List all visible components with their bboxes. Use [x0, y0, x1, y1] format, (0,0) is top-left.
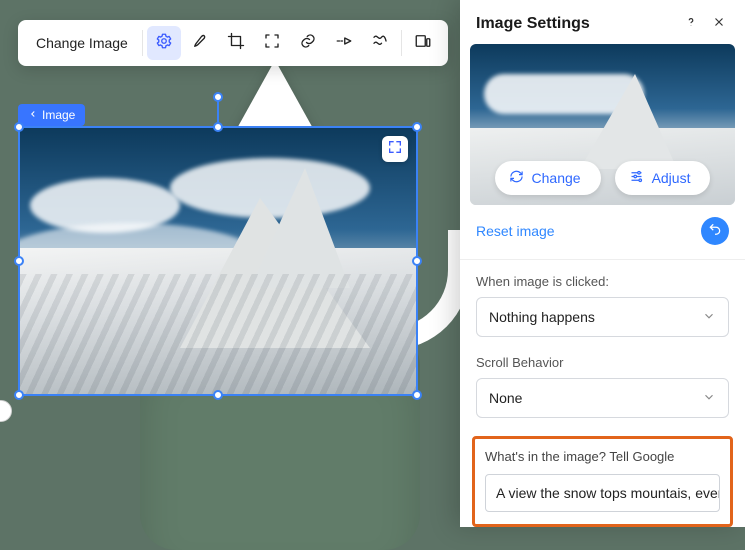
- alt-text-label: What's in the image? Tell Google: [485, 449, 720, 464]
- click-behavior-value: Nothing happens: [489, 309, 595, 325]
- chevron-down-icon: [702, 390, 716, 407]
- resize-handle-tl[interactable]: [14, 122, 24, 132]
- resize-handle-r[interactable]: [412, 256, 422, 266]
- crop-icon: [227, 32, 245, 55]
- reset-image-link[interactable]: Reset image: [476, 223, 701, 239]
- adjust-label: Adjust: [652, 170, 691, 186]
- undo-icon: [708, 222, 722, 241]
- brush-icon: [191, 32, 209, 55]
- undo-reset-button[interactable]: [701, 217, 729, 245]
- scroll-behavior-value: None: [489, 390, 522, 406]
- change-image-button[interactable]: Change Image: [26, 29, 138, 57]
- crop-button[interactable]: [219, 26, 253, 60]
- help-button[interactable]: [681, 14, 701, 34]
- focus-icon: [263, 32, 281, 55]
- layout-icon: [414, 32, 432, 55]
- refresh-icon: [509, 169, 524, 187]
- click-behavior-label: When image is clicked:: [476, 274, 729, 289]
- chevron-down-icon: [702, 309, 716, 326]
- change-image-pill[interactable]: Change: [495, 161, 601, 195]
- close-panel-button[interactable]: [709, 14, 729, 34]
- panel-title: Image Settings: [476, 15, 673, 33]
- canvas-edge-handle[interactable]: [0, 400, 12, 422]
- filters-button[interactable]: [183, 26, 217, 60]
- rotate-connector: [217, 100, 219, 122]
- scroll-effects-button[interactable]: [363, 26, 397, 60]
- animation-icon: [335, 32, 353, 55]
- link-icon: [299, 32, 317, 55]
- scroll-behavior-select[interactable]: None: [476, 378, 729, 418]
- breadcrumb-label: Image: [42, 108, 75, 122]
- change-label: Change: [532, 170, 581, 186]
- image-settings-panel: Image Settings Change Adjust Reset image…: [460, 0, 745, 527]
- animation-button[interactable]: [327, 26, 361, 60]
- image-preview: Change Adjust: [470, 44, 735, 205]
- behavior-icon: [371, 32, 389, 55]
- expand-icon: [387, 139, 403, 160]
- expand-image-button[interactable]: [382, 136, 408, 162]
- rotate-handle[interactable]: [213, 92, 223, 102]
- image-context-toolbar: Change Image: [18, 20, 448, 66]
- resize-handle-bl[interactable]: [14, 390, 24, 400]
- selected-image-frame[interactable]: [18, 126, 418, 396]
- gear-icon: [155, 32, 173, 55]
- sliders-icon: [629, 169, 644, 187]
- focal-point-button[interactable]: [255, 26, 289, 60]
- resize-handle-l[interactable]: [14, 256, 24, 266]
- scroll-behavior-label: Scroll Behavior: [476, 355, 729, 370]
- alt-text-highlight: What's in the image? Tell Google A view …: [472, 436, 733, 527]
- resize-handle-b[interactable]: [213, 390, 223, 400]
- settings-button[interactable]: [147, 26, 181, 60]
- resize-handle-br[interactable]: [412, 390, 422, 400]
- help-icon: [684, 15, 698, 34]
- adjust-image-pill[interactable]: Adjust: [615, 161, 711, 195]
- resize-handle-t[interactable]: [213, 122, 223, 132]
- chevron-left-icon: [28, 108, 38, 122]
- click-behavior-select[interactable]: Nothing happens: [476, 297, 729, 337]
- element-breadcrumb[interactable]: Image: [18, 104, 85, 126]
- close-icon: [712, 15, 726, 34]
- alt-text-input[interactable]: A view the snow tops mountais, ever…: [485, 474, 720, 512]
- link-button[interactable]: [291, 26, 325, 60]
- image-content: [20, 128, 416, 394]
- resize-handle-tr[interactable]: [412, 122, 422, 132]
- responsive-stretch-button[interactable]: [406, 26, 440, 60]
